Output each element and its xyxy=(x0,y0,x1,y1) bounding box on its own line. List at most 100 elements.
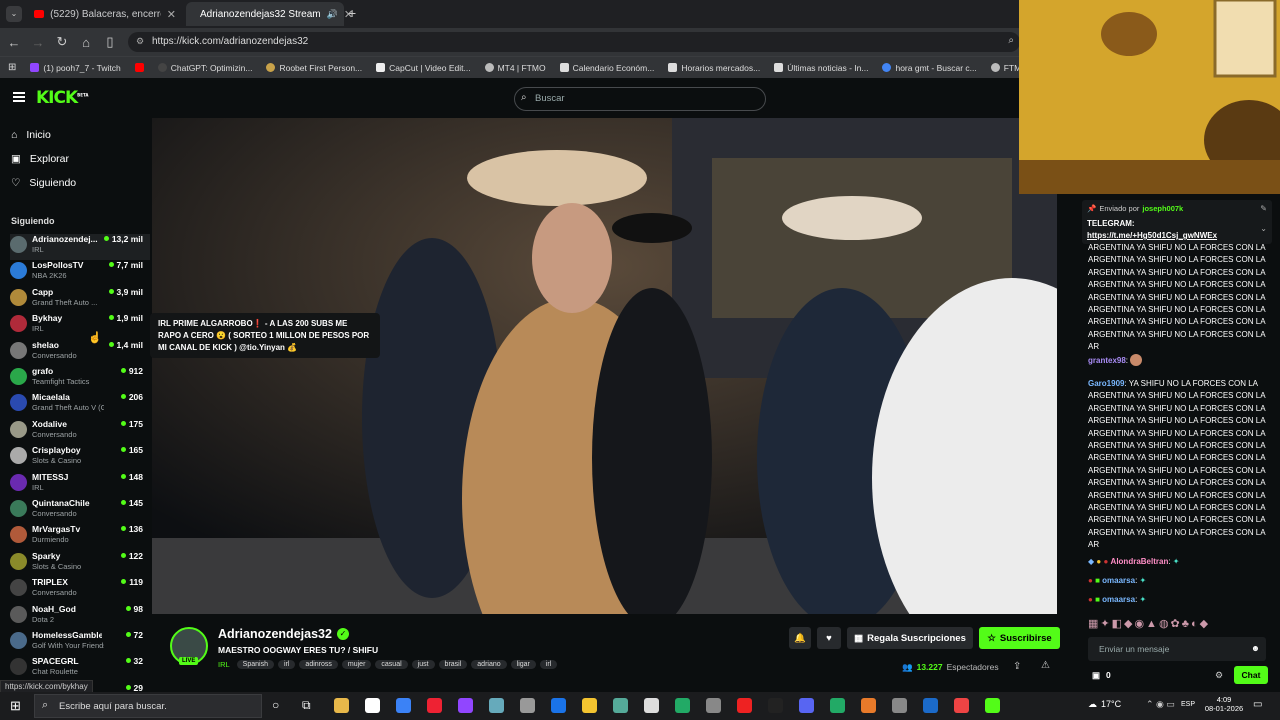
app-icon[interactable] xyxy=(861,698,876,713)
report-icon[interactable]: ⚠ xyxy=(1041,660,1050,671)
task-view-icon[interactable]: ⧉ xyxy=(302,698,311,713)
sidebar-channel[interactable]: Sparky Slots & Casino 122 xyxy=(10,551,150,577)
kick-logo[interactable]: KICKBETA xyxy=(36,88,88,108)
tab-youtube[interactable]: (5229) Balaceras, encerronas y ga ✕ xyxy=(26,2,184,26)
sidebar-channel[interactable]: NoaH_God Dota 2 98 xyxy=(10,604,150,630)
opera-icon[interactable] xyxy=(737,698,752,713)
copilot-icon[interactable] xyxy=(396,698,411,713)
site-info-icon[interactable]: ⚙ xyxy=(136,36,144,47)
file-icon[interactable] xyxy=(365,698,380,713)
sidebar-channel[interactable]: Bykhay IRL 1,9 mil xyxy=(10,313,150,339)
stream-tag[interactable]: irl xyxy=(539,660,558,669)
notification-icon[interactable]: ▭ xyxy=(1253,699,1262,710)
tray-icons[interactable]: ⌃ ◉ ▭ xyxy=(1146,699,1175,710)
split-view-icon[interactable]: ▯ xyxy=(98,34,122,50)
sidebar-channel[interactable]: grafo Teamfight Tactics 912 xyxy=(10,366,150,392)
forward-icon[interactable]: → xyxy=(26,35,50,50)
app-icon[interactable] xyxy=(644,698,659,713)
folder-icon[interactable] xyxy=(582,698,597,713)
chat-input[interactable]: Enviar un mensaje ☻ xyxy=(1088,637,1266,661)
follow-heart-icon[interactable]: ♥ xyxy=(817,627,841,649)
speaker-icon[interactable]: 🔊 xyxy=(327,9,338,20)
discord-icon[interactable] xyxy=(799,698,814,713)
app-icon[interactable] xyxy=(706,698,721,713)
windows-start-icon[interactable]: ⊞ xyxy=(10,698,21,714)
chat-username[interactable]: omaarsa xyxy=(1102,595,1135,604)
steam-icon[interactable] xyxy=(923,698,938,713)
sidebar-channel[interactable]: TRIPLEX Conversando 119 xyxy=(10,577,150,603)
sidebar-channel[interactable]: Adrianozendej... IRL 13,2 mil xyxy=(10,234,150,260)
bookmark-item[interactable] xyxy=(134,63,144,72)
tab-list-icon[interactable]: ⌄ xyxy=(6,6,22,22)
bookmark-item[interactable]: MT4 | FTMO xyxy=(484,63,546,73)
chat-username[interactable]: grantex98 xyxy=(1088,356,1126,365)
tiktok-icon[interactable] xyxy=(768,698,783,713)
bookmark-item[interactable]: ChatGPT: Optimizin... xyxy=(157,63,252,73)
back-icon[interactable]: ← xyxy=(2,35,26,50)
weather[interactable]: ☁ 17°C xyxy=(1088,699,1121,710)
channel-name[interactable]: Adrianozendejas32 xyxy=(218,627,332,641)
bookmark-item[interactable]: hora gmt - Buscar c... xyxy=(882,63,977,73)
stream-tag[interactable]: irl xyxy=(277,660,296,669)
pinned-link[interactable]: https://t.me/+Hg50d1Csj_gwNWEx xyxy=(1087,231,1217,240)
stream-tag[interactable]: ligar xyxy=(510,660,536,669)
tab-kick[interactable]: Adrianozendejas32 Stream 🔊 ✕ xyxy=(186,2,353,26)
search-input[interactable]: ⌕ Buscar xyxy=(514,87,766,111)
language-indicator[interactable]: ESP xyxy=(1181,701,1195,708)
sidebar-channel[interactable]: Crisplayboy Slots & Casino 165 xyxy=(10,445,150,471)
video-player[interactable] xyxy=(152,118,1057,614)
taskbar-search[interactable]: ⌕ Escribe aquí para buscar. xyxy=(34,694,262,718)
pinned-user[interactable]: joseph007k xyxy=(1142,204,1183,213)
clock[interactable]: 4:09 08-01-2026 xyxy=(1203,695,1245,713)
obs-icon[interactable] xyxy=(892,698,907,713)
stream-tag[interactable]: casual xyxy=(375,660,408,669)
stream-tag[interactable]: mujer xyxy=(341,660,372,669)
emoji-icon[interactable]: ☻ xyxy=(1251,643,1260,653)
app-icon[interactable] xyxy=(985,698,1000,713)
cortana-icon[interactable]: ○ xyxy=(272,698,279,712)
chevron-down-icon[interactable]: ⌄ xyxy=(1260,224,1267,233)
zoom-icon[interactable] xyxy=(551,698,566,713)
close-icon[interactable]: ✕ xyxy=(167,8,176,21)
share-icon[interactable]: ⇪ xyxy=(1013,661,1021,672)
chat-username[interactable]: AlondraBeltran xyxy=(1111,557,1169,566)
sidebar-channel[interactable]: Capp Grand Theft Auto ... 3,9 mil xyxy=(10,287,150,313)
nav-item-siguiendo[interactable]: ♡ Siguiendo xyxy=(11,177,76,189)
zoom-icon[interactable]: ⌕ xyxy=(1008,35,1014,46)
sidebar-channel[interactable]: MrVargasTv Durmiendo 136 xyxy=(10,524,150,550)
reload-icon[interactable]: ↻ xyxy=(50,34,74,50)
stream-tag[interactable]: Spanish xyxy=(236,660,274,669)
bell-icon[interactable]: 🔔 xyxy=(789,627,811,649)
sidebar-channel[interactable]: SPACEGRL Chat Roulette 32 xyxy=(10,656,150,682)
stream-tag[interactable]: just xyxy=(411,660,435,669)
sidebar-channel[interactable]: LosPollosTV NBA 2K26 7,7 mil xyxy=(10,260,150,286)
sidebar-channel[interactable]: Xodalive Conversando 175 xyxy=(10,419,150,445)
stream-tag[interactable]: brasil xyxy=(438,660,468,669)
new-tab-icon[interactable]: + xyxy=(348,5,356,21)
chat-username[interactable]: omaarsa xyxy=(1102,576,1135,585)
stream-tag[interactable]: adriano xyxy=(471,660,507,669)
sidebar-channel[interactable]: QuintanaChile Conversando 145 xyxy=(10,498,150,524)
bookmark-item[interactable]: Calendario Económ... xyxy=(559,63,654,73)
subscribe-button[interactable]: ☆ Suscribirse xyxy=(979,627,1060,649)
home-icon[interactable]: ⌂ xyxy=(74,35,98,50)
nav-item-explorar[interactable]: ▣ Explorar xyxy=(11,153,69,165)
bookmark-item[interactable]: (1) pooh7_7 - Twitch xyxy=(30,63,121,73)
apps-grid-icon[interactable]: ⊞ xyxy=(8,62,16,73)
points-display[interactable]: ▣ 0 xyxy=(1092,670,1111,681)
sidebar-channel[interactable]: HomelessGambler69Golf With Your Friends 7… xyxy=(10,630,150,656)
address-bar[interactable]: ⚙ https://kick.com/adrianozendejas32 ⌕ xyxy=(128,32,1020,52)
menu-icon[interactable] xyxy=(13,92,25,102)
file-explorer-icon[interactable] xyxy=(334,698,349,713)
app-icon[interactable] xyxy=(489,698,504,713)
bookmark-item[interactable]: Últimas noticias - In... xyxy=(774,63,868,73)
app-icon[interactable] xyxy=(427,698,442,713)
app-icon[interactable] xyxy=(613,698,628,713)
settings-icon[interactable]: ⚙ xyxy=(1215,670,1223,681)
chat-send-button[interactable]: Chat xyxy=(1234,666,1268,684)
bookmark-item[interactable]: CapCut | Video Edit... xyxy=(376,63,471,73)
nav-item-inicio[interactable]: ⌂ Inicio xyxy=(11,129,51,141)
category-link[interactable]: IRL xyxy=(218,660,230,669)
gift-subs-button[interactable]: ▦ Regala Suscripciones xyxy=(847,627,973,649)
stream-tag[interactable]: adinross xyxy=(299,660,338,669)
